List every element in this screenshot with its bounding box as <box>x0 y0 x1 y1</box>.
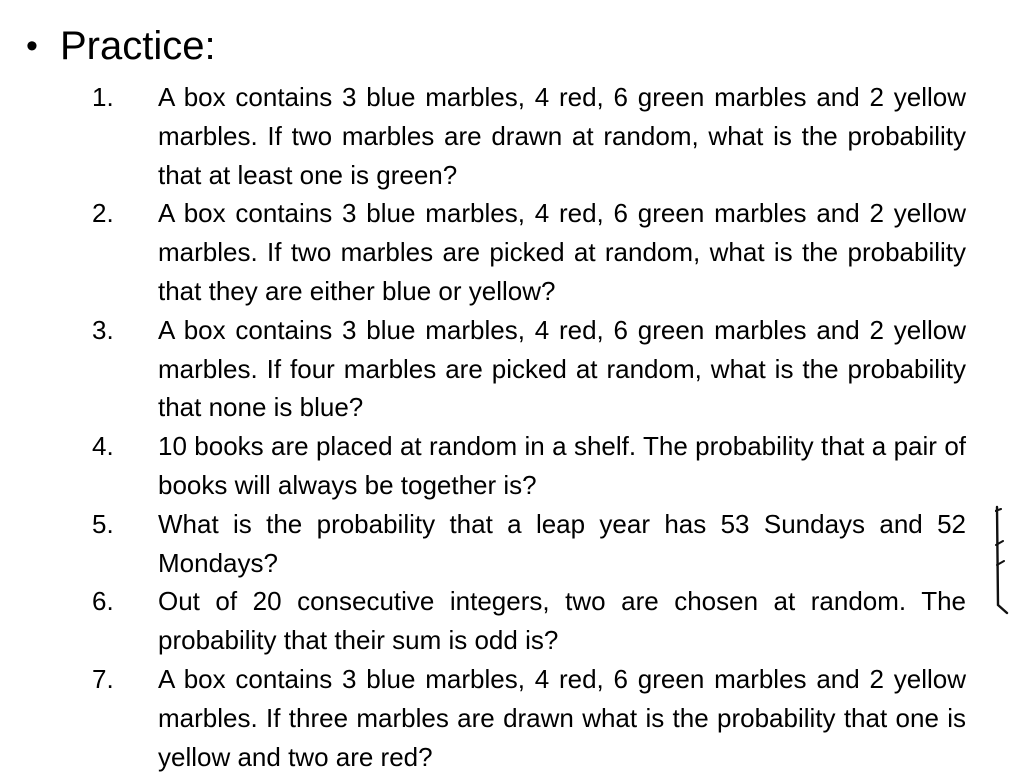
problem-text: A box contains 3 blue marbles, 4 red, 6 … <box>158 663 966 772</box>
problem-item: 2. A box contains 3 blue marbles, 4 red,… <box>92 194 972 310</box>
problem-text: Out of 20 consecutive integers, two are … <box>158 586 966 656</box>
problem-text: 10 books are placed at random in a shelf… <box>158 431 966 500</box>
problem-item: 1. A box contains 3 blue marbles, 4 red,… <box>92 78 972 194</box>
problem-list: 1. A box contains 3 blue marbles, 4 red,… <box>92 78 972 776</box>
problem-item: 6. Out of 20 consecutive integers, two a… <box>92 582 972 660</box>
problem-number: 2. <box>92 198 114 229</box>
problem-item: 7. A box contains 3 blue marbles, 4 red,… <box>92 660 972 776</box>
pen-annotation-mark <box>995 505 1009 615</box>
problem-number: 3. <box>92 314 114 345</box>
problem-item: 5. What is the probability that a leap y… <box>92 505 972 583</box>
problem-number: 5. <box>92 508 114 539</box>
problem-text: A box contains 3 blue marbles, 4 red, 6 … <box>158 198 966 306</box>
problem-text: A box contains 3 blue marbles, 4 red, 6 … <box>158 314 966 423</box>
problem-item: 3. A box contains 3 blue marbles, 4 red,… <box>92 311 972 427</box>
problem-number: 1. <box>92 82 114 112</box>
problem-item: 4. 10 books are placed at random in a sh… <box>92 427 972 505</box>
heading-bullet: • <box>26 27 38 65</box>
problem-number: 4. <box>92 431 114 462</box>
problem-text: What is the probability that a leap year… <box>158 508 966 578</box>
heading-title: Practice: <box>60 24 216 68</box>
slide: • Practice: 1. A box contains 3 blue mar… <box>0 0 1009 777</box>
problem-text: A box contains 3 blue marbles, 4 red, 6 … <box>158 82 966 190</box>
problem-number: 7. <box>92 663 114 694</box>
slide-heading: • Practice: <box>26 20 216 72</box>
problem-number: 6. <box>92 586 114 617</box>
